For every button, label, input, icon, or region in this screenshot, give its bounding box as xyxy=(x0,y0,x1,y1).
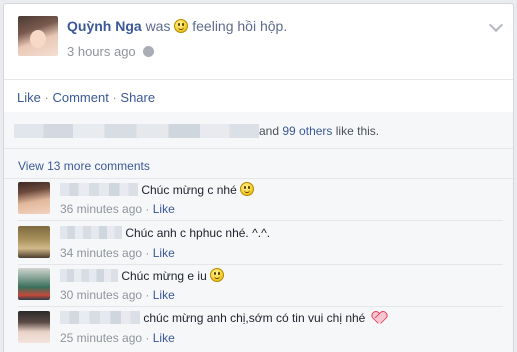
post-verb: was xyxy=(145,18,171,34)
comment-time[interactable]: 30 minutes ago xyxy=(60,288,142,302)
comment-item: Chúc anh c hphuc nhé. ^.^. 34 minutes ag… xyxy=(4,226,513,266)
commenter-avatar[interactable] xyxy=(18,268,50,300)
divider xyxy=(4,79,513,80)
comment-body: Chúc mừng c nhé xyxy=(60,182,255,197)
author-avatar[interactable] xyxy=(18,16,58,56)
feedback-section: and 99 others like this. View 13 more co… xyxy=(4,112,513,352)
smiley-icon xyxy=(210,268,225,282)
comment-time[interactable]: 25 minutes ago xyxy=(60,331,142,345)
comment-item: Chúc mừng c nhé 36 minutes ago · Like xyxy=(4,182,513,222)
comment-text: Chúc mừng c nhé xyxy=(141,183,237,197)
divider xyxy=(18,220,503,221)
divider xyxy=(18,264,503,265)
comment-link[interactable]: Comment xyxy=(52,90,108,105)
commenter-avatar[interactable] xyxy=(18,311,50,343)
separator: · xyxy=(44,90,49,105)
comment-like-link[interactable]: Like xyxy=(153,288,175,302)
comment-time[interactable]: 36 minutes ago xyxy=(60,202,142,216)
separator: · xyxy=(145,202,150,216)
audience-globe-icon[interactable] xyxy=(143,46,155,57)
divider xyxy=(4,148,513,149)
share-link[interactable]: Share xyxy=(120,90,155,105)
blurred-commenter-name[interactable] xyxy=(60,183,138,196)
commenter-avatar[interactable] xyxy=(18,182,50,214)
comment-like-link[interactable]: Like xyxy=(153,246,175,260)
separator: · xyxy=(145,331,150,345)
divider xyxy=(4,178,513,179)
chevron-down-icon[interactable] xyxy=(488,17,504,33)
comment-like-link[interactable]: Like xyxy=(153,331,175,345)
comment-text: Chúc mừng e iu xyxy=(121,269,207,283)
divider xyxy=(18,306,503,307)
comment-text: Chúc anh c hphuc nhé. ^.^. xyxy=(125,226,271,240)
comment-meta: 30 minutes ago · Like xyxy=(60,288,175,302)
post-timestamp: 3 hours ago xyxy=(67,44,155,59)
separator: · xyxy=(112,90,117,105)
smiley-icon xyxy=(174,19,189,33)
comment-item: chúc mừng anh chị,sớm có tin vui chị nhé… xyxy=(4,311,513,351)
commenter-avatar[interactable] xyxy=(18,226,50,258)
comment-like-link[interactable]: Like xyxy=(153,202,175,216)
comment-meta: 36 minutes ago · Like xyxy=(60,202,175,216)
likes-summary: and 99 others like this. xyxy=(14,124,379,138)
comment-meta: 34 minutes ago · Like xyxy=(60,246,175,260)
post-time-link[interactable]: 3 hours ago xyxy=(67,44,136,59)
post-actions: Like · Comment · Share xyxy=(17,90,155,105)
separator: · xyxy=(145,246,150,260)
view-more-comments-link[interactable]: View 13 more comments xyxy=(18,159,150,173)
separator: · xyxy=(145,288,150,302)
blurred-commenter-name[interactable] xyxy=(60,269,118,282)
comment-time[interactable]: 34 minutes ago xyxy=(60,246,142,260)
comment-body: Chúc anh c hphuc nhé. ^.^. xyxy=(60,226,270,240)
like-link[interactable]: Like xyxy=(17,90,41,105)
smiley-icon xyxy=(240,182,255,196)
post-card: Quỳnh Nga was feeling hồi hộp. 3 hours a… xyxy=(3,3,514,352)
blurred-commenter-name[interactable] xyxy=(60,226,122,239)
author-name-link[interactable]: Quỳnh Nga xyxy=(67,18,142,34)
others-likes-link[interactable]: 99 others xyxy=(282,124,332,138)
likes-and-text: and xyxy=(259,124,280,138)
blurred-names xyxy=(14,124,259,138)
comment-item: Chúc mừng e iu 30 minutes ago · Like xyxy=(4,268,513,308)
heart-icon xyxy=(372,312,384,323)
blurred-commenter-name[interactable] xyxy=(60,311,140,324)
post-header: Quỳnh Nga was feeling hồi hộp. xyxy=(67,18,287,34)
feeling-text: feeling hồi hộp. xyxy=(192,18,288,34)
likes-suffix: like this. xyxy=(335,124,380,138)
comment-body: chúc mừng anh chị,sớm có tin vui chị nhé xyxy=(60,311,384,325)
comment-text: chúc mừng anh chị,sớm có tin vui chị nhé xyxy=(143,311,366,325)
comment-meta: 25 minutes ago · Like xyxy=(60,331,175,345)
comment-body: Chúc mừng e iu xyxy=(60,268,225,283)
